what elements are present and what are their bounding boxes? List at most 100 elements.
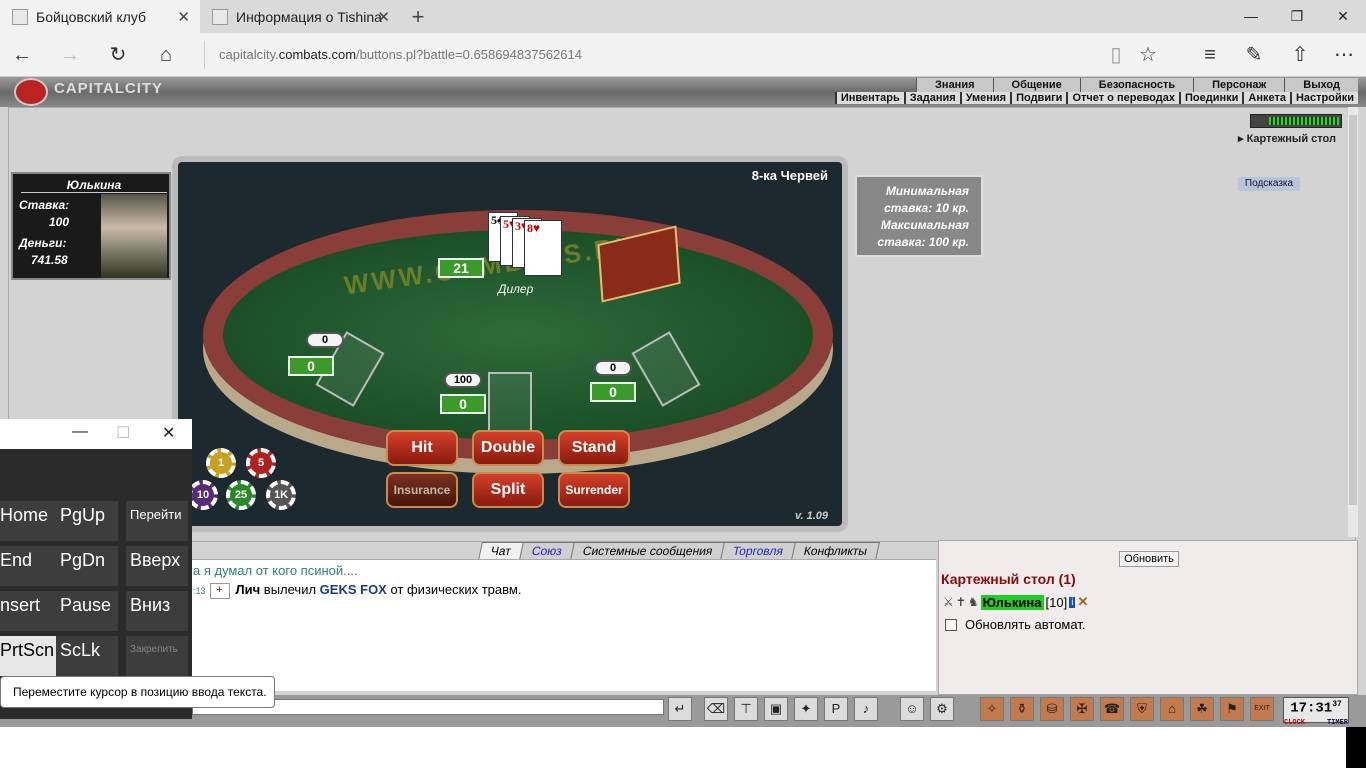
key-pgdn[interactable]: PgDn bbox=[56, 546, 118, 586]
submenu-skills[interactable]: Умения bbox=[959, 92, 1011, 104]
submenu-battles[interactable]: Поединки bbox=[1178, 92, 1243, 104]
submenu-inventory[interactable]: Инвентарь bbox=[834, 92, 904, 104]
clan-shield-icon[interactable]: ⛨ bbox=[1130, 697, 1154, 721]
submenu-feats[interactable]: Подвиги bbox=[1010, 92, 1067, 104]
tab-union[interactable]: Союз bbox=[518, 542, 575, 560]
private-msg-icon[interactable]: P bbox=[824, 697, 848, 721]
tab-system-messages[interactable]: Системные сообщения bbox=[569, 542, 726, 560]
back-icon[interactable]: ← bbox=[10, 43, 34, 67]
save-log-icon[interactable]: ▣ bbox=[764, 697, 788, 721]
split-button[interactable]: Split bbox=[472, 472, 544, 508]
tab-conflicts[interactable]: Конфликты bbox=[791, 542, 881, 560]
tab-close-icon[interactable]: ✕ bbox=[377, 8, 390, 26]
user-name[interactable]: Юлькина bbox=[980, 594, 1044, 610]
tab-close-icon[interactable]: ✕ bbox=[177, 8, 190, 26]
menu-exit[interactable]: Выход bbox=[1284, 78, 1358, 92]
store-icon[interactable]: ⌂ bbox=[1160, 697, 1184, 721]
reading-view-icon[interactable]: ▯ bbox=[1104, 43, 1128, 67]
actor-name[interactable]: Лич bbox=[236, 582, 261, 597]
key-go[interactable]: Перейти bbox=[126, 501, 188, 541]
key-dock[interactable]: Закрепить bbox=[126, 636, 188, 676]
exit-icon[interactable]: EXIT bbox=[1250, 697, 1274, 721]
seat-bet-right: 0 bbox=[594, 360, 632, 376]
tab-trade[interactable]: Торговля bbox=[720, 542, 797, 560]
key-sclk[interactable]: ScLk bbox=[56, 636, 118, 676]
double-button[interactable]: Double bbox=[472, 430, 544, 466]
new-tab-button[interactable]: + bbox=[408, 4, 428, 30]
web-note-icon[interactable]: ✎ bbox=[1242, 43, 1266, 67]
insurance-button[interactable]: Insurance bbox=[386, 472, 458, 508]
submenu-transfer-report[interactable]: Отчет о переводах bbox=[1066, 92, 1179, 104]
fighters-icon[interactable]: ✦ bbox=[794, 697, 818, 721]
key-up[interactable]: Вверх bbox=[126, 546, 188, 586]
maximize-button[interactable]: ❐ bbox=[1274, 0, 1320, 33]
friends-icon[interactable]: ☘ bbox=[1190, 697, 1214, 721]
key-end[interactable]: End bbox=[0, 546, 58, 586]
bag-icon[interactable]: ⚱ bbox=[1010, 697, 1034, 721]
hit-button[interactable]: Hit bbox=[386, 430, 458, 466]
share-icon[interactable]: ⇧ bbox=[1288, 43, 1312, 67]
private-icon[interactable]: ✝ bbox=[956, 595, 966, 609]
site-logo[interactable]: CAPITALCITY bbox=[14, 78, 163, 106]
chip-5[interactable]: 5 bbox=[246, 448, 276, 478]
stand-button[interactable]: Stand bbox=[558, 430, 630, 466]
tab-fight-club[interactable]: Бойцовский клуб ✕ bbox=[0, 0, 200, 33]
hub-icon[interactable]: ≡ bbox=[1198, 43, 1222, 67]
sound-icon[interactable]: ♪ bbox=[854, 697, 878, 721]
refresh-icon[interactable]: ↻ bbox=[106, 43, 130, 67]
eraser-icon[interactable]: ⌫ bbox=[704, 697, 728, 721]
tab-tishina-info[interactable]: Информация о Tishina ✕ bbox=[200, 0, 400, 33]
room-name-text: Картежный стол bbox=[1246, 133, 1336, 145]
submenu-settings[interactable]: Настройки bbox=[1289, 92, 1358, 104]
home-icon[interactable]: ⌂ bbox=[154, 43, 178, 67]
key-insert[interactable]: nsert bbox=[0, 591, 58, 631]
more-icon[interactable]: ⋯ bbox=[1332, 43, 1356, 67]
info-icon[interactable]: i bbox=[1069, 596, 1076, 608]
menu-communication[interactable]: Общение bbox=[992, 78, 1080, 92]
blackjack-table: WWW.COMBATS.RU 8-ка Червей v. 1.09 5♣ 5♥… bbox=[172, 156, 848, 532]
favorite-star-icon[interactable]: ☆ bbox=[1136, 43, 1160, 67]
url-domain: combats.com bbox=[278, 47, 357, 62]
translit-icon[interactable]: ⚙ bbox=[930, 697, 954, 721]
key-pause[interactable]: Pause bbox=[56, 591, 118, 631]
minimize-button[interactable]: — bbox=[1228, 0, 1274, 33]
surrender-button[interactable]: Surrender bbox=[558, 472, 630, 508]
menu-character[interactable]: Персонаж bbox=[1193, 78, 1285, 92]
chip-1k[interactable]: 1K bbox=[266, 480, 296, 510]
osk-close-button[interactable]: ✕ bbox=[162, 423, 175, 443]
action-icon[interactable]: ✧ bbox=[980, 697, 1004, 721]
menu-knowledge[interactable]: Знания bbox=[916, 78, 993, 92]
key-prtscn[interactable]: PrtScn bbox=[0, 636, 58, 676]
osk-maximize-button[interactable]: ☐ bbox=[116, 423, 130, 443]
hint-button[interactable]: Подсказка bbox=[1238, 177, 1300, 191]
seat-slot-center[interactable] bbox=[488, 372, 532, 434]
submenu-profile[interactable]: Анкета bbox=[1242, 92, 1290, 104]
key-pgup[interactable]: PgUp bbox=[56, 501, 118, 541]
attack-icon[interactable]: ✕ bbox=[1077, 594, 1088, 610]
smiley-icon[interactable]: ☺ bbox=[900, 697, 924, 721]
scrollbar[interactable] bbox=[1348, 107, 1358, 537]
phone-icon[interactable]: ☎ bbox=[1100, 697, 1124, 721]
chest-icon[interactable]: ⛁ bbox=[1040, 697, 1064, 721]
key-home[interactable]: Home bbox=[0, 501, 58, 541]
menu-security[interactable]: Безопасность bbox=[1079, 78, 1194, 92]
auto-refresh-checkbox[interactable] bbox=[945, 618, 957, 631]
chip-1[interactable]: 1 bbox=[206, 448, 236, 478]
auto-refresh[interactable]: Обновлять автомат. bbox=[945, 617, 1085, 632]
target-name[interactable]: GEKS FOX bbox=[320, 582, 387, 597]
submenu-quests[interactable]: Задания bbox=[903, 92, 960, 104]
flag-icon[interactable]: ⚑ bbox=[1220, 697, 1244, 721]
battle-icon[interactable]: ⚔ bbox=[943, 595, 954, 609]
osk-minimize-button[interactable]: — bbox=[72, 423, 88, 441]
tab-chat[interactable]: Чат bbox=[478, 542, 524, 560]
chip-10[interactable]: 10 bbox=[188, 480, 218, 510]
send-icon[interactable]: ↵ bbox=[668, 697, 692, 721]
close-window-button[interactable]: ✕ bbox=[1320, 0, 1366, 33]
key-down[interactable]: Вниз bbox=[126, 591, 188, 631]
map-icon[interactable]: ✠ bbox=[1070, 697, 1094, 721]
refresh-button[interactable]: Обновить bbox=[1119, 551, 1179, 567]
chip-25[interactable]: 25 bbox=[226, 480, 256, 510]
filter-icon[interactable]: ⊤ bbox=[734, 697, 758, 721]
forward-icon[interactable]: → bbox=[58, 43, 82, 67]
address-bar[interactable]: capitalcity.combats.com/buttons.pl?battl… bbox=[204, 41, 1084, 69]
